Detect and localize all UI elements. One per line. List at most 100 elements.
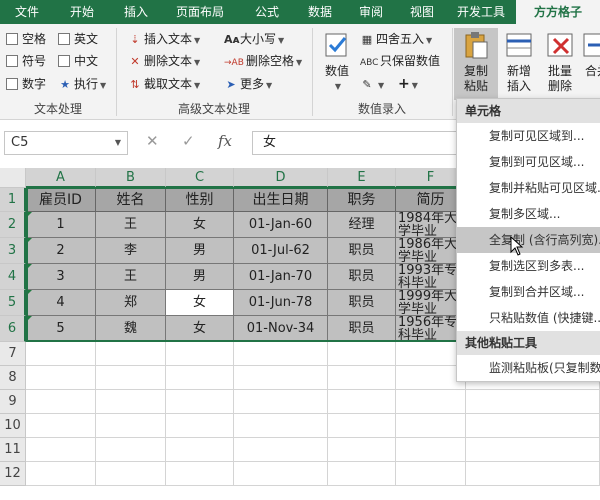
- value-button[interactable]: 数值 ▼: [318, 28, 356, 98]
- table-cell[interactable]: 职员: [328, 238, 396, 264]
- column-header-a[interactable]: A: [26, 168, 96, 188]
- empty-cell[interactable]: [96, 390, 166, 414]
- table-cell[interactable]: 郑: [96, 290, 166, 316]
- table-cell[interactable]: 4: [26, 290, 96, 316]
- empty-cell[interactable]: [466, 414, 600, 438]
- empty-cell[interactable]: [26, 390, 96, 414]
- menu-item-monitor-clipboard[interactable]: 监测粘贴板(只复制数...: [457, 355, 600, 381]
- table-header-cell[interactable]: 雇员ID: [26, 188, 96, 212]
- table-cell[interactable]: 李: [96, 238, 166, 264]
- empty-cell[interactable]: [328, 414, 396, 438]
- merge-button[interactable]: 合并: [582, 28, 600, 98]
- table-cell[interactable]: 经理: [328, 212, 396, 238]
- empty-cell[interactable]: [96, 462, 166, 486]
- empty-cell[interactable]: [396, 438, 466, 462]
- name-box[interactable]: C5 ▼: [4, 131, 128, 155]
- menu-item-2[interactable]: 复制到可见区域...: [457, 149, 600, 175]
- empty-cell[interactable]: [466, 462, 600, 486]
- empty-cell[interactable]: [396, 414, 466, 438]
- empty-cell[interactable]: [396, 462, 466, 486]
- empty-cell[interactable]: [96, 366, 166, 390]
- extract-text-button[interactable]: ⇅ 截取文本 ▼: [128, 75, 200, 93]
- table-cell[interactable]: 5: [26, 316, 96, 342]
- table-header-cell[interactable]: 出生日期: [234, 188, 328, 212]
- select-all-corner[interactable]: [0, 168, 26, 188]
- menu-item-3[interactable]: 复制并粘贴可见区域...: [457, 175, 600, 201]
- column-header-e[interactable]: E: [328, 168, 396, 188]
- table-cell[interactable]: 女: [166, 316, 234, 342]
- table-cell[interactable]: 魏: [96, 316, 166, 342]
- case-button[interactable]: Aᴀ大小写 ▼: [224, 30, 284, 48]
- empty-cell[interactable]: [26, 438, 96, 462]
- empty-cell[interactable]: [26, 414, 96, 438]
- row-header-4[interactable]: 4: [0, 264, 26, 290]
- row-header-8[interactable]: 8: [0, 366, 26, 390]
- function-icon[interactable]: fx: [218, 132, 232, 150]
- keep-value-button[interactable]: ABC 只保留数值: [360, 52, 440, 70]
- empty-cell[interactable]: [96, 414, 166, 438]
- table-cell[interactable]: 女: [166, 212, 234, 238]
- empty-cell[interactable]: [328, 390, 396, 414]
- empty-cell[interactable]: [234, 390, 328, 414]
- checkbox-space[interactable]: 空格: [6, 30, 46, 48]
- empty-cell[interactable]: [26, 366, 96, 390]
- empty-cell[interactable]: [26, 462, 96, 486]
- row-header-5[interactable]: 5: [0, 290, 26, 316]
- table-cell[interactable]: 王: [96, 212, 166, 238]
- delete-text-button[interactable]: ✕ 删除文本 ▼: [128, 52, 200, 70]
- tab-developer[interactable]: 开发工具: [446, 0, 516, 24]
- table-cell[interactable]: 1: [26, 212, 96, 238]
- column-header-b[interactable]: B: [96, 168, 166, 188]
- menu-item-8[interactable]: 只粘贴数值 (快捷键...: [457, 305, 600, 331]
- empty-cell[interactable]: [328, 438, 396, 462]
- row-header-2[interactable]: 2: [0, 212, 26, 238]
- add-insert-button[interactable]: 新增插入: [500, 28, 538, 98]
- menu-item-7[interactable]: 复制到合并区域...: [457, 279, 600, 305]
- confirm-icon[interactable]: ✓: [182, 132, 195, 150]
- empty-cell[interactable]: [328, 342, 396, 366]
- menu-item-4[interactable]: 复制多区域...: [457, 201, 600, 227]
- empty-cell[interactable]: [466, 390, 600, 414]
- tab-view[interactable]: 视图: [398, 0, 446, 24]
- table-cell[interactable]: 职员: [328, 316, 396, 342]
- empty-cell[interactable]: [166, 342, 234, 366]
- tab-insert[interactable]: 插入: [110, 0, 162, 24]
- checkbox-chinese[interactable]: 中文: [58, 52, 98, 70]
- tab-review[interactable]: 审阅: [344, 0, 398, 24]
- empty-cell[interactable]: [328, 366, 396, 390]
- row-header-3[interactable]: 3: [0, 238, 26, 264]
- row-header-9[interactable]: 9: [0, 390, 26, 414]
- table-cell[interactable]: 01-Jan-60: [234, 212, 328, 238]
- table-cell[interactable]: 01-Jul-62: [234, 238, 328, 264]
- empty-cell[interactable]: [166, 390, 234, 414]
- empty-cell[interactable]: [466, 438, 600, 462]
- empty-cell[interactable]: [328, 462, 396, 486]
- tab-data[interactable]: 数据: [296, 0, 344, 24]
- table-cell[interactable]: 3: [26, 264, 96, 290]
- empty-cell[interactable]: [234, 366, 328, 390]
- round-button[interactable]: ▦ 四舍五入 ▼: [360, 30, 432, 48]
- batch-delete-button[interactable]: 批量删除: [540, 28, 580, 98]
- table-cell[interactable]: 男: [166, 264, 234, 290]
- empty-cell[interactable]: [96, 342, 166, 366]
- table-cell[interactable]: 01-Jan-70: [234, 264, 328, 290]
- checkbox-english[interactable]: 英文: [58, 30, 98, 48]
- table-cell[interactable]: 女: [166, 290, 234, 316]
- row-header-7[interactable]: 7: [0, 342, 26, 366]
- table-header-cell[interactable]: 职务: [328, 188, 396, 212]
- empty-cell[interactable]: [96, 438, 166, 462]
- table-cell[interactable]: 王: [96, 264, 166, 290]
- empty-cell[interactable]: [166, 462, 234, 486]
- empty-cell[interactable]: [26, 342, 96, 366]
- menu-item-5[interactable]: 全复制 (含行高列宽)...: [457, 227, 600, 253]
- empty-cell[interactable]: [234, 462, 328, 486]
- empty-cell[interactable]: [234, 438, 328, 462]
- tab-formulas[interactable]: 公式: [238, 0, 296, 24]
- cancel-icon[interactable]: ✕: [146, 132, 159, 150]
- tab-home[interactable]: 开始: [54, 0, 110, 24]
- column-header-d[interactable]: D: [234, 168, 328, 188]
- tab-file[interactable]: 文件: [0, 0, 54, 24]
- copy-paste-button[interactable]: 复制粘贴: [454, 28, 498, 100]
- tab-page-layout[interactable]: 页面布局: [162, 0, 238, 24]
- table-cell[interactable]: 01-Nov-34: [234, 316, 328, 342]
